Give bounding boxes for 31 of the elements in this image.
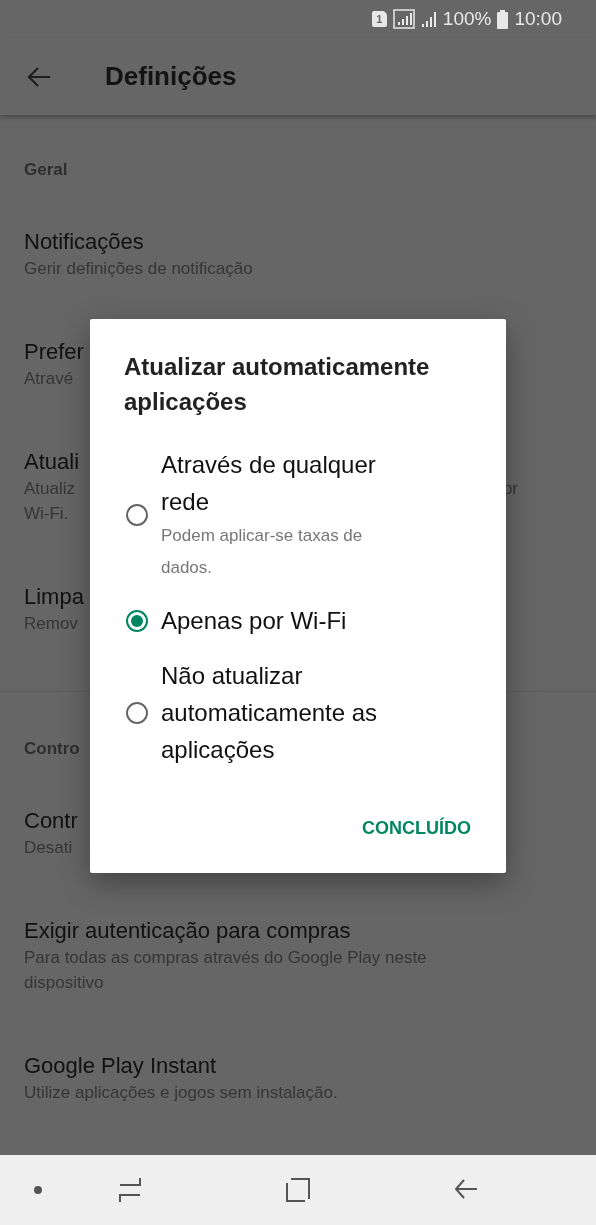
option-description: Podem aplicar-se taxas de dados. (161, 525, 364, 579)
setting-title[interactable]: Exigir autenticação para compras (24, 917, 351, 945)
radio-button[interactable] (126, 504, 148, 526)
option-label[interactable]: Não atualizar automaticamente as aplicações (161, 657, 411, 768)
setting-title[interactable]: Atuali (24, 448, 80, 476)
radio-button[interactable] (126, 609, 148, 632)
recent-apps-button[interactable] (118, 1177, 142, 1203)
signal-icon (392, 9, 415, 29)
battery-percent: 100% (442, 8, 492, 30)
setting-title[interactable]: Contr (24, 807, 78, 835)
dialog-title: Atualizar automaticamente aplicações (123, 352, 431, 417)
done-button[interactable]: CONCLUÍDO (357, 812, 476, 845)
setting-title[interactable]: Google Play Instant (24, 1052, 216, 1080)
recent-apps-icon (118, 1177, 142, 1203)
page-title: Definições (105, 61, 237, 92)
clock: 10:00 (514, 8, 562, 30)
arrow-left-icon (26, 64, 52, 89)
battery-icon (497, 9, 509, 29)
radio-button[interactable] (126, 701, 148, 724)
section-header: Contro (23, 738, 81, 760)
signal-icon (420, 10, 437, 28)
section-header: Geral (23, 159, 69, 181)
option-label[interactable]: Apenas por Wi-Fi (161, 602, 411, 639)
dot-icon[interactable] (34, 1186, 42, 1194)
home-icon (285, 1177, 311, 1203)
setting-title[interactable]: Notificações (24, 228, 144, 256)
home-button[interactable] (285, 1177, 311, 1203)
sim-icon: 1 (371, 11, 387, 27)
setting-title[interactable]: Limpa (24, 583, 84, 611)
option-label[interactable]: Através de qualquer rede (161, 446, 411, 520)
setting-title[interactable]: Prefer (24, 338, 84, 366)
